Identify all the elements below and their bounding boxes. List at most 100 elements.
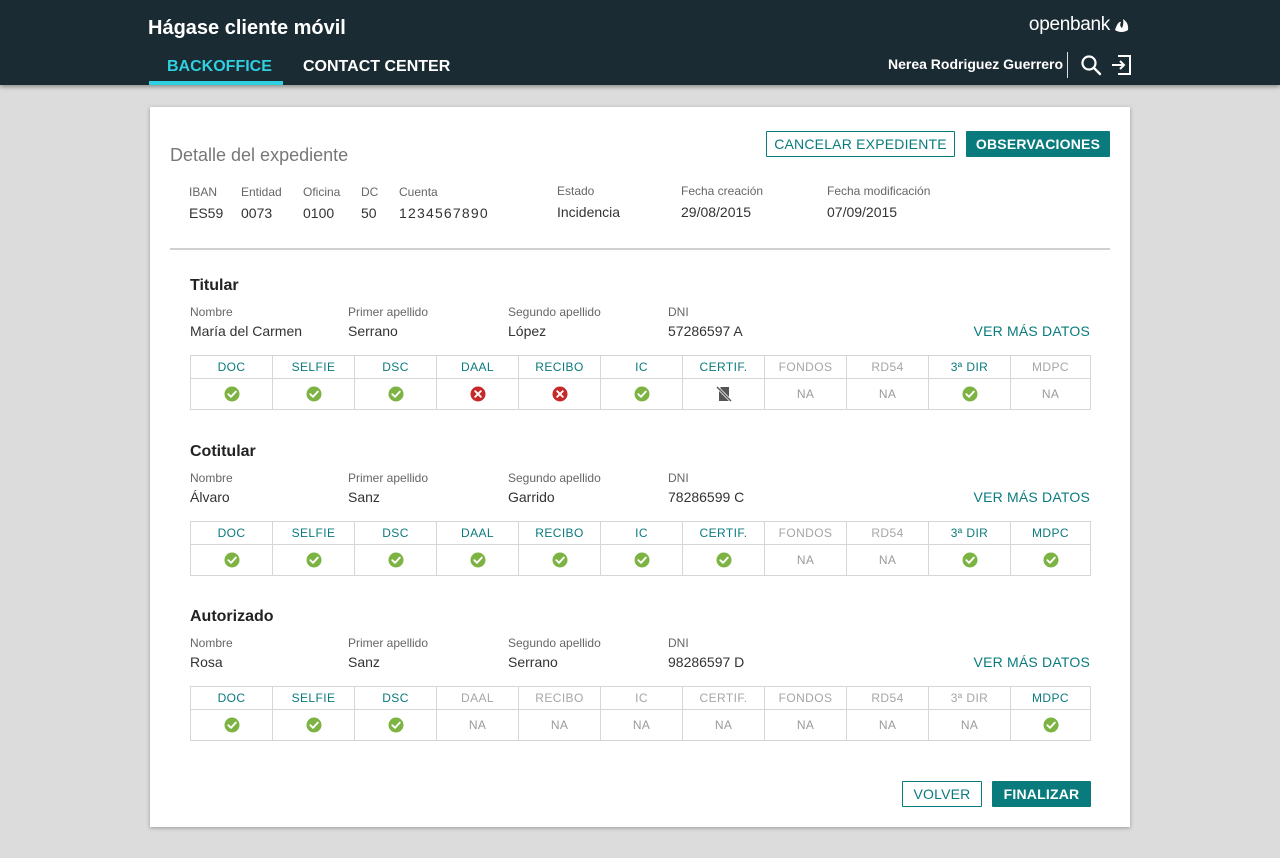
brand-logo: openbank (1029, 14, 1130, 36)
column-header: IC (600, 686, 683, 710)
nombre-value: Álvaro (190, 489, 230, 505)
primer-apellido-label: Primer apellido (348, 636, 429, 650)
segundo-apellido-label: Segundo apellido (508, 305, 601, 319)
section-divider (170, 248, 1110, 250)
segundo-apellido-value: Serrano (508, 654, 558, 670)
column-header: MDPC (1010, 686, 1091, 710)
dni-label: DNI (668, 305, 689, 319)
document-missing-icon (715, 385, 732, 403)
column-header: RD54 (846, 686, 929, 710)
status-cell (518, 544, 601, 576)
primer-apellido-label: Primer apellido (348, 305, 429, 319)
segundo-apellido-value: López (508, 323, 547, 339)
column-header: DOC (190, 355, 273, 379)
column-header: DSC (354, 521, 437, 545)
status-cell (682, 544, 765, 576)
dni-value: 57286597 A (668, 323, 743, 339)
check-circle-icon (470, 552, 485, 568)
oficina-value: 0100 (303, 205, 335, 221)
check-circle-icon (224, 717, 239, 733)
tab-contact-center[interactable]: CONTACT CENTER (303, 58, 450, 85)
column-header: 3ª DIR (928, 355, 1011, 379)
check-circle-icon (388, 386, 403, 402)
status-cell (190, 544, 273, 576)
column-header: CERTIF. (682, 686, 765, 710)
ver-mas-datos-link[interactable]: VER MÁS DATOS (974, 323, 1090, 339)
dni-value: 78286599 C (668, 489, 745, 505)
flame-icon (1115, 18, 1129, 32)
column-header: DAAL (436, 521, 519, 545)
column-header: RD54 (846, 521, 929, 545)
table-header-row: DOC SELFIE DSC DAAL RECIBO IC CERTIF. FONDOS RD5… (190, 355, 1091, 379)
check-circle-icon (1043, 717, 1058, 733)
dni-label: DNI (668, 471, 689, 485)
segundo-apellido-label: Segundo apellido (508, 471, 601, 485)
check-circle-icon (962, 552, 977, 568)
ver-mas-datos-link[interactable]: VER MÁS DATOS (974, 489, 1090, 505)
nombre-label: Nombre (190, 636, 233, 650)
column-header: DOC (190, 686, 273, 710)
check-circle-icon (306, 717, 321, 733)
app-title: Hágase cliente móvil (148, 17, 346, 39)
back-button[interactable]: VOLVER (902, 781, 982, 807)
primer-apellido-value: Serrano (348, 323, 398, 339)
column-header: DAAL (436, 686, 519, 710)
error-circle-icon (552, 386, 567, 402)
status-cell (436, 544, 519, 576)
fecha-modificacion-label: Fecha modificación (827, 184, 931, 198)
column-header: MDPC (1010, 521, 1091, 545)
status-cell: NA (436, 709, 519, 741)
section-title: Autorizado (190, 608, 274, 625)
check-circle-icon (634, 552, 649, 568)
cancel-case-button[interactable]: CANCELAR EXPEDIENTE (766, 131, 955, 157)
status-cell: NA (846, 544, 929, 576)
ver-mas-datos-link[interactable]: VER MÁS DATOS (974, 654, 1090, 670)
status-cell (600, 544, 683, 576)
finish-button[interactable]: FINALIZAR (992, 781, 1091, 807)
status-cell (354, 544, 437, 576)
status-cell: NA (518, 709, 601, 741)
dc-label: DC (361, 185, 379, 199)
section-title: Titular (190, 277, 239, 294)
check-circle-icon (388, 552, 403, 568)
entidad-value: 0073 (241, 205, 273, 221)
check-circle-icon (224, 386, 239, 402)
user-name: Nerea Rodriguez Guerrero (888, 56, 1064, 72)
column-header: RECIBO (518, 521, 601, 545)
iban-value: ES59 (189, 205, 224, 221)
status-cell (600, 378, 683, 410)
column-header: SELFIE (272, 355, 355, 379)
dni-label: DNI (668, 636, 689, 650)
fecha-creacion-label: Fecha creación (681, 184, 764, 198)
column-header: SELFIE (272, 686, 355, 710)
column-header: RD54 (846, 355, 929, 379)
status-cell (1010, 544, 1091, 576)
search-icon[interactable] (1080, 54, 1102, 76)
table-header-row: DOC SELFIE DSC DAAL RECIBO IC CERTIF. FONDOS RD5… (190, 521, 1091, 545)
check-circle-icon (716, 552, 731, 568)
iban-label: IBAN (189, 185, 218, 199)
table-row: NA NA (190, 544, 1091, 576)
check-circle-icon (306, 552, 321, 568)
check-circle-icon (552, 552, 567, 568)
observations-button[interactable]: OBSERVACIONES (966, 131, 1110, 157)
top-navigation-bar: Hágase cliente móvil openbank BACKOFFICE… (0, 0, 1280, 85)
estado-label: Estado (557, 184, 595, 198)
status-cell: NA (928, 709, 1011, 741)
logout-icon[interactable] (1110, 54, 1132, 76)
cuenta-value: 1234567890 (399, 205, 489, 221)
check-circle-icon (1043, 552, 1058, 568)
estado-value: Incidencia (557, 204, 621, 220)
document-status-table: DOC SELFIE DSC DAAL RECIBO IC CERTIF. FONDOS RD5… (190, 521, 1091, 576)
status-cell (272, 544, 355, 576)
fecha-modificacion-value: 07/09/2015 (827, 204, 898, 220)
primer-apellido-label: Primer apellido (348, 471, 429, 485)
primer-apellido-value: Sanz (348, 654, 380, 670)
status-cell (928, 544, 1011, 576)
status-cell: NA (846, 709, 929, 741)
status-cell (436, 378, 519, 410)
status-cell: NA (764, 378, 847, 410)
document-status-table: DOC SELFIE DSC DAAL RECIBO IC CERTIF. FONDOS RD5… (190, 686, 1091, 741)
column-header: 3ª DIR (928, 521, 1011, 545)
fecha-creacion-value: 29/08/2015 (681, 204, 752, 220)
